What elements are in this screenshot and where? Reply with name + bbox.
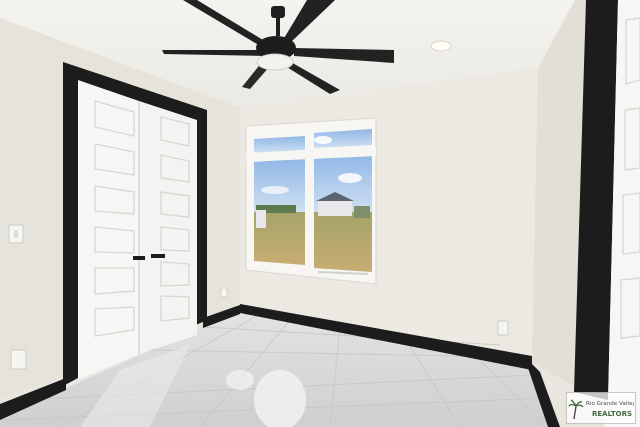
svg-text:Rio Grande Valley: Rio Grande Valley (586, 401, 634, 407)
svg-text:REALTORS: REALTORS (592, 410, 632, 418)
outlet-back-left (220, 287, 228, 298)
room-scene (0, 0, 640, 427)
recessed-light (430, 40, 452, 52)
mls-watermark-logo: Rio Grande Valley REALTORS (566, 392, 636, 424)
door-handle-left (133, 256, 145, 260)
outlet-back-right (497, 320, 509, 336)
floor-reflection-light (226, 370, 254, 390)
door-handle-right (151, 254, 165, 258)
outlet-left (10, 349, 27, 370)
palm-tree-logo-icon: Rio Grande Valley REALTORS (568, 399, 634, 420)
room-photo: Rio Grande Valley REALTORS (0, 0, 640, 427)
window (245, 117, 377, 285)
